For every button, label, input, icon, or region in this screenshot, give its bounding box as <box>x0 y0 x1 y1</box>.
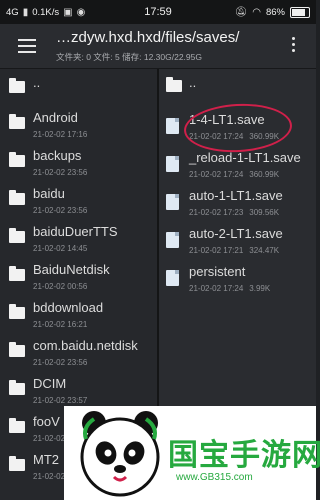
folder-icon <box>9 418 25 433</box>
folder-icon <box>9 228 25 243</box>
folder-name: DCIM <box>33 376 67 391</box>
file-date: 21-02-02 17:24 <box>189 132 244 141</box>
file-icon <box>166 156 179 172</box>
file-size: 3.99K <box>249 284 271 293</box>
file-name: auto-2-LT1.save <box>189 226 283 241</box>
panda-logo-icon <box>80 411 160 497</box>
folder-name: BaiduNetdisk <box>33 262 110 277</box>
file-meta: 21-02-02 17:24 3.99K <box>189 284 270 293</box>
folder-row-bddownload[interactable]: bddownload 21-02-02 16:21 <box>0 295 157 333</box>
folder-icon <box>9 266 25 281</box>
status-bar: 4G ▮ 0.1K/s ▣ ◉ 17:59 🔕︎ ◠ 86% <box>0 0 316 24</box>
file-size: 309.56K <box>249 208 280 217</box>
folder-date: 21-02-02 23:57 <box>33 396 88 405</box>
folder-row-baiduduertts[interactable]: baiduDuerTTS 21-02-02 14:45 <box>0 219 157 257</box>
folder-date: 21-02-02 00:56 <box>33 282 88 291</box>
file-meta: 21-02-02 17:24 360.99K <box>189 170 279 179</box>
folder-icon <box>9 152 25 167</box>
folder-name: baiduDuerTTS <box>33 224 118 239</box>
toolbar: …zdyw.hxd.hxd/files/saves/ 文件夹: 0 文件: 5 … <box>0 24 316 69</box>
battery-icon <box>290 6 310 18</box>
file-size: 360.99K <box>249 132 280 141</box>
folder-date: 21-02-02 <box>33 472 66 481</box>
file-icon <box>166 194 179 210</box>
folder-date: 21-02-02 <box>33 434 66 443</box>
watermark-banner: 国宝手游网 www.GB315.com <box>64 406 320 500</box>
file-row-persistent[interactable]: persistent 21-02-02 17:24 3.99K <box>159 259 316 297</box>
file-name: 1-4-LT1.save <box>189 112 265 127</box>
current-path: …zdyw.hxd.hxd/files/saves/ <box>56 29 240 46</box>
folder-date: 21-02-02 17:16 <box>33 130 88 139</box>
file-row-1-4-lt1[interactable]: 1-4-LT1.save 21-02-02 17:24 360.99K <box>159 107 316 145</box>
parent-directory-label: .. <box>33 75 41 90</box>
folder-icon <box>9 304 25 319</box>
folder-info: 文件夹: 0 文件: 5 储存: 12.30G/22.95G <box>56 52 202 62</box>
folder-date: 21-02-02 23:56 <box>33 168 88 177</box>
folder-row-android[interactable]: Android 21-02-02 17:16 <box>0 105 157 143</box>
file-date: 21-02-02 17:24 <box>189 170 244 179</box>
watermark-url: www.GB315.com <box>176 472 253 483</box>
file-row-reload-1-lt1[interactable]: _reload-1-LT1.save 21-02-02 17:24 360.99K <box>159 145 316 183</box>
wifi-icon: ◠ <box>252 6 261 18</box>
file-icon <box>166 270 179 286</box>
parent-directory-label: .. <box>189 75 197 90</box>
folder-row-backups[interactable]: backups 21-02-02 23:56 <box>0 143 157 181</box>
battery-percent: 86% <box>265 6 285 18</box>
file-meta: 21-02-02 17:24 360.99K <box>189 132 279 141</box>
folder-row-baidunetdisk[interactable]: BaiduNetdisk 21-02-02 00:56 <box>0 257 157 295</box>
parent-directory-row[interactable]: .. <box>159 69 316 107</box>
file-size: 360.99K <box>249 170 280 179</box>
file-date: 21-02-02 17:23 <box>189 208 244 217</box>
folder-name: fooV <box>33 414 60 429</box>
folder-date: 21-02-02 14:45 <box>33 244 88 253</box>
folder-icon <box>9 456 25 471</box>
folder-row-dcim[interactable]: DCIM 21-02-02 23:57 <box>0 371 157 409</box>
folder-date: 21-02-02 23:56 <box>33 358 88 367</box>
file-icon <box>166 232 179 248</box>
folder-row-com-baidu-netdisk[interactable]: com.baidu.netdisk 21-02-02 23:56 <box>0 333 157 371</box>
file-date: 21-02-02 17:24 <box>189 284 244 293</box>
status-right: 🔕︎ ◠ 86% <box>234 6 310 18</box>
file-date: 21-02-02 17:21 <box>189 246 244 255</box>
file-size: 324.47K <box>249 246 280 255</box>
file-icon <box>166 118 179 134</box>
parent-directory-row[interactable]: .. <box>0 69 157 105</box>
folder-icon <box>9 380 25 395</box>
folder-name: Android <box>33 110 78 125</box>
file-meta: 21-02-02 17:21 324.47K <box>189 246 279 255</box>
folder-icon <box>9 190 25 205</box>
folder-name: bddownload <box>33 300 104 315</box>
folder-icon <box>9 342 25 357</box>
more-options-icon[interactable] <box>292 37 296 55</box>
folder-icon <box>166 77 182 92</box>
file-row-auto-1-lt1[interactable]: auto-1-LT1.save 21-02-02 17:23 309.56K <box>159 183 316 221</box>
folder-icon <box>9 78 25 93</box>
file-row-auto-2-lt1[interactable]: auto-2-LT1.save 21-02-02 17:21 324.47K <box>159 221 316 259</box>
folder-name: baidu <box>33 186 65 201</box>
folder-name: backups <box>33 148 82 163</box>
watermark-title: 国宝手游网 <box>168 439 320 472</box>
folder-date: 21-02-02 23:56 <box>33 206 88 215</box>
file-name: auto-1-LT1.save <box>189 188 283 203</box>
file-name: _reload-1-LT1.save <box>189 150 301 165</box>
menu-icon[interactable] <box>18 39 36 53</box>
file-meta: 21-02-02 17:23 309.56K <box>189 208 279 217</box>
file-name: persistent <box>189 264 246 279</box>
folder-row-baidu[interactable]: baidu 21-02-02 23:56 <box>0 181 157 219</box>
folder-date: 21-02-02 16:21 <box>33 320 88 329</box>
mute-icon: 🔕︎ <box>234 6 248 18</box>
folder-icon <box>9 114 25 129</box>
folder-name: MT2 <box>33 452 59 467</box>
folder-name: com.baidu.netdisk <box>33 338 138 353</box>
